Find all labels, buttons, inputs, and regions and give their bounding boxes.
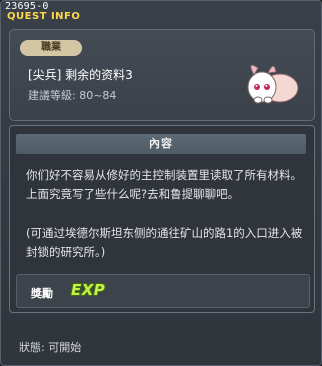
recommended-level: 建議等級: 80~84: [28, 89, 117, 102]
job-badge: 職業: [20, 40, 82, 56]
quest-status: 狀態: 可開始: [19, 341, 82, 354]
pink-rabbit-creature-icon: [247, 64, 299, 104]
quest-info-window: 23695-0 QUEST INFO 職業 [尖兵] 剩余的资料3 建議等級: …: [0, 0, 322, 366]
quest-name: [尖兵] 剩余的资料3: [28, 68, 133, 82]
reward-panel: 獎勵 EXP: [16, 274, 310, 308]
job-panel: 職業 [尖兵] 剩余的资料3 建議等級: 80~84: [9, 29, 315, 121]
window-title: QUEST INFO: [7, 11, 81, 22]
content-panel: 內容 你们好不容易从修好的主控制装置里读取了所有材料。上面究竟写了些什么呢?去和…: [9, 125, 315, 313]
reward-label: 獎勵: [31, 287, 53, 300]
content-header: 內容: [16, 134, 306, 154]
exp-icon: EXP: [71, 281, 106, 299]
content-paragraph-1: 你们好不容易从修好的主控制装置里读取了所有材料。上面究竟写了些什么呢?去和鲁提聊…: [26, 168, 302, 201]
content-paragraph-2: (可通过埃德尔斯坦东侧的通往矿山的路1的入口进入被封锁的研究所。): [26, 226, 303, 259]
